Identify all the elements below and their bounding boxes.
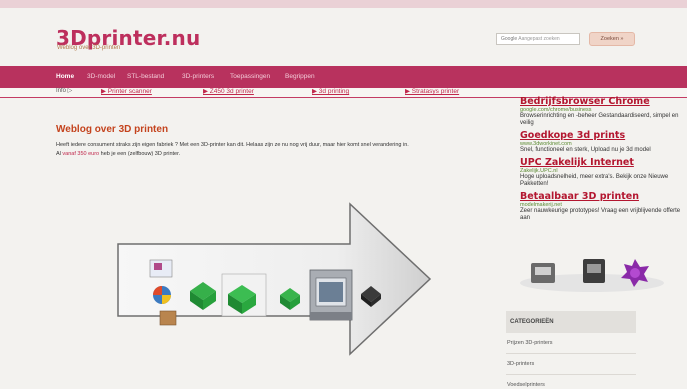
ad-block[interactable]: UPC Zakelijk Internet Zakelijk.UPC.nl Ho…: [520, 157, 687, 188]
printer-product-1: [531, 263, 555, 283]
ad-description: Snel, functioneel en sterk, Upload nu je…: [520, 147, 651, 153]
nav-item-toepassingen[interactable]: Toepassingen: [230, 73, 270, 80]
ad-title[interactable]: Betaalbaar 3D printen: [520, 191, 687, 202]
ad-block[interactable]: Bedrijfsbrowser Chrome google.com/chrome…: [520, 96, 687, 127]
ad-link-z450-3d-printer[interactable]: ▶ Z450 3d printer: [203, 87, 254, 95]
printer-products-image[interactable]: [517, 253, 667, 293]
nav-item-begrippen[interactable]: Begrippen: [285, 73, 315, 80]
3d-printer-image: [309, 269, 353, 321]
categories-title: CATEGORIEËN: [510, 319, 554, 325]
nav-item-stl-bestand[interactable]: STL-bestand: [127, 73, 164, 80]
site-tagline: Weblog over 3D-printen: [57, 45, 121, 51]
category-item[interactable]: Voedselprinters: [507, 382, 545, 388]
category-divider: [506, 374, 636, 375]
ad-description: Browserinrichting en -beheer Gestandaard…: [520, 113, 679, 126]
ad-description: Hoge uploadsnelheid, meer extra's. Bekij…: [520, 174, 669, 187]
post-text-2: Al vanaf 350 euro heb je een (zelfbouw) …: [56, 151, 180, 157]
post-text: Heeft iedere consument straks zijn eigen…: [56, 142, 409, 148]
top-accent-bar: [0, 0, 687, 8]
search-button[interactable]: Zoeken »: [589, 32, 635, 46]
category-item[interactable]: Prijzen 3D-printers: [507, 340, 553, 346]
3d-printing-process-arrow-illustration: [117, 202, 432, 356]
printed-part-thumbnail: [159, 310, 177, 326]
process-arrow-shape: [117, 202, 432, 356]
ad-description: Zeer nauwkeurige prototypes! Vraag een v…: [520, 208, 681, 221]
ad-title[interactable]: Goedkope 3d prints: [520, 130, 687, 141]
ad-block[interactable]: Betaalbaar 3D printen modelmakerij.net Z…: [520, 191, 687, 222]
cad-model-thumbnail: [154, 263, 162, 270]
printer-product-2: [583, 259, 605, 283]
ad-title[interactable]: Bedrijfsbrowser Chrome: [520, 96, 687, 107]
sidebar-ads: Bedrijfsbrowser Chrome google.com/chrome…: [520, 96, 687, 225]
post-text-suffix: heb je een (zelfbouw) 3D printer.: [99, 151, 181, 157]
post-title[interactable]: Weblog over 3D printen: [56, 124, 168, 135]
ad-block[interactable]: Goedkope 3d prints www.3dworkinet.com Sn…: [520, 130, 687, 154]
category-divider: [506, 353, 636, 354]
ad-title[interactable]: UPC Zakelijk Internet: [520, 157, 687, 168]
price-link[interactable]: vanaf 350 euro: [62, 151, 99, 157]
nav-item-3d-printers[interactable]: 3D-printers: [182, 73, 214, 80]
ad-link-3d-printing[interactable]: ▶ 3d printing: [312, 87, 349, 95]
search-placeholder: Aangepast zoeken: [518, 36, 560, 42]
nav-item-home[interactable]: Home: [56, 73, 74, 80]
main-nav: Home 3D-model STL-bestand 3D-printers To…: [0, 66, 687, 88]
page: 3Dprinter.nu Weblog over 3D-printen Goog…: [0, 0, 687, 389]
adchoices-info[interactable]: Info ▷: [56, 87, 72, 94]
category-item[interactable]: 3D-printers: [507, 361, 534, 367]
ad-link-printer-scanner[interactable]: ▶ Printer scanner: [101, 87, 152, 95]
search-input[interactable]: Google Aangepast zoeken: [496, 33, 580, 45]
nav-item-3d-model[interactable]: 3D-model: [87, 73, 115, 80]
search-engine-label: Google: [501, 36, 518, 42]
ad-link-stratasys-printer[interactable]: ▶ Stratasys printer: [405, 87, 459, 95]
